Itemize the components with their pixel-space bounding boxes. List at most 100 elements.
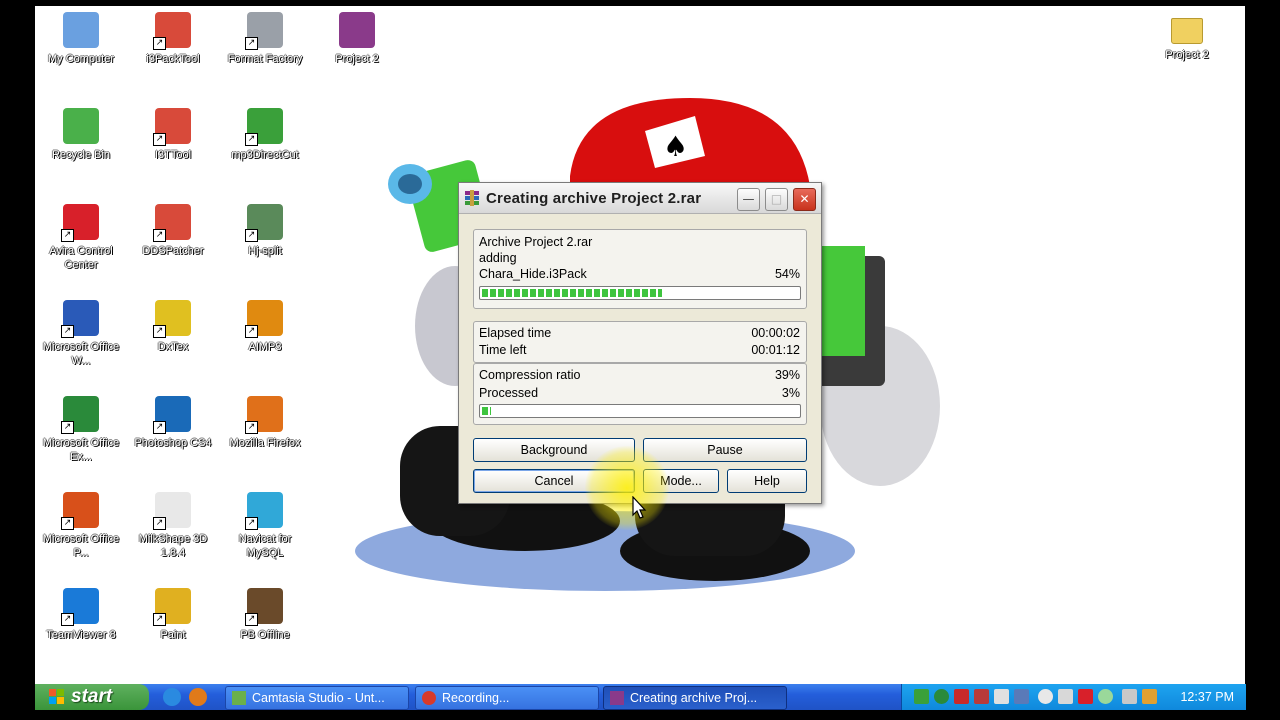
desktop-icon-paint[interactable]: ↗ Paint [127,588,219,642]
desktop-icon-label: Project 2 [335,53,379,65]
file-progress-panel: Archive Project 2.rar adding Chara_Hide.… [473,229,807,309]
tray-device-icon[interactable] [1014,689,1029,704]
tray-tools-icon[interactable] [1142,689,1157,704]
elapsed-row: Elapsed time 00:00:02 [479,325,800,341]
dialog-titlebar[interactable]: Creating archive Project 2.rar — □ ✕ [459,183,821,214]
current-file-name: Chara_Hide.i3Pack [479,267,587,281]
total-progress-bar [479,404,801,418]
task-winrar[interactable]: Creating archive Proj... [603,686,787,710]
start-button[interactable]: start [35,684,149,710]
tray-globe-icon[interactable] [934,689,949,704]
desktop-icon-hj-split[interactable]: ↗ Hj-split [219,204,311,258]
desktop-icon-label: Avira Control Center [49,245,113,271]
time-left-label: Time left [479,343,527,357]
recording-icon [422,691,436,705]
aimp3-icon: ↗ [245,300,283,338]
shortcut-arrow-icon: ↗ [245,133,258,146]
camtasia-icon [232,691,246,705]
tray-refresh-icon[interactable] [1098,689,1113,704]
start-label: start [71,686,113,707]
desktop-icon-label: DxTex [157,341,189,353]
desktop-icon-milkshape[interactable]: ↗ MilkShape 3D 1.8.4 [127,492,219,560]
desktop-icon-i3ttool[interactable]: ↗ I3TTool [127,108,219,162]
ddspatcher-icon: ↗ [153,204,191,242]
shortcut-arrow-icon: ↗ [153,613,166,626]
recycle-bin-icon [63,108,99,144]
desktop-icon-navicat[interactable]: ↗ Navicat for MySQL [219,492,311,560]
tray-connection-icon[interactable] [974,689,989,704]
desktop-icon-recycle-bin[interactable]: Recycle Bin [35,108,127,162]
desktop-icon-firefox[interactable]: ↗ Mozilla Firefox [219,396,311,450]
tray-shield-icon[interactable] [954,689,969,704]
desktop-icon-teamviewer[interactable]: ↗ TeamViewer 8 [35,588,127,642]
desktop-icon-label: Format Factory [227,53,303,65]
quick-launch-firefox-icon[interactable] [189,688,207,706]
desktop-icon-project-2-folder[interactable]: Project 2 [1141,12,1233,62]
i3packtool-icon: ↗ [153,12,191,50]
tray-ball-icon[interactable] [1038,689,1053,704]
minimize-button[interactable]: — [737,188,760,211]
help-button[interactable]: Help [727,469,807,493]
clock: 12:37 PM [1180,690,1234,704]
desktop-icon-dxtex[interactable]: ↗ DxTex [127,300,219,354]
desktop-icon-aimp3[interactable]: ↗ AIMP3 [219,300,311,354]
desktop-icon-my-computer[interactable]: My Computer [35,12,127,66]
photoshop-icon: ↗ [153,396,191,434]
tray-keyboard-icon[interactable] [1122,689,1137,704]
pb-offline-icon: ↗ [245,588,283,626]
pause-button[interactable]: Pause [643,438,807,462]
desktop: ♠ My Computer ↗ i3PackTool ↗ Format Factory P… [35,6,1245,684]
mouse-cursor-icon [632,496,647,519]
tray-volume-icon[interactable] [994,689,1009,704]
processed-label: Processed [479,386,539,400]
desktop-icon-label: Microsoft Office Ex... [42,437,120,463]
desktop-icon-i3packtool[interactable]: ↗ i3PackTool [127,12,219,66]
desktop-icon-winrar-archive[interactable]: Project 2 [311,12,403,66]
tray-avira-icon[interactable] [1078,689,1093,704]
task-camtasia[interactable]: Camtasia Studio - Unt... [225,686,409,710]
desktop-icon-mp3directcut[interactable]: ↗ mp3DirectCut [219,108,311,162]
desktop-icon-label: Mozilla Firefox [229,437,301,449]
shortcut-arrow-icon: ↗ [153,37,166,50]
hj-split-icon: ↗ [245,204,283,242]
desktop-icon-excel[interactable]: ↗ Microsoft Office Ex... [35,396,127,464]
desktop-icon-label: TeamViewer 8 [46,629,116,641]
compression-panel: Compression ratio 39% Processed 3% [473,363,807,425]
folder-icon [1171,18,1203,44]
shortcut-arrow-icon: ↗ [245,325,258,338]
ratio-value: 39% [774,368,800,382]
my-computer-icon [63,12,99,48]
desktop-icon-label: Hj-split [248,245,282,257]
tray-phone-icon[interactable] [1058,689,1073,704]
quick-launch-ie-icon[interactable] [163,688,181,706]
desktop-icon-label: i3PackTool [146,53,200,65]
desktop-icon-label: MilkShape 3D 1.8.4 [138,533,208,559]
i3ttool-icon: ↗ [153,108,191,146]
shortcut-arrow-icon: ↗ [153,325,166,338]
total-progress-fill [482,407,491,415]
desktop-icon-photoshop[interactable]: ↗ Photoshop CS4 [127,396,219,450]
mp3directcut-icon: ↗ [245,108,283,146]
desktop-icon-label: Recycle Bin [51,149,111,161]
shortcut-arrow-icon: ↗ [245,229,258,242]
desktop-icon-label: Microsoft Office W... [42,341,120,367]
tray-network-icon[interactable] [914,689,929,704]
desktop-icon-pb-offline[interactable]: ↗ PB Offline [219,588,311,642]
desktop-icon-label: Paint [160,629,186,641]
time-left-value: 00:01:12 [751,343,800,357]
desktop-icon-ddspatcher[interactable]: ↗ DDSPatcher [127,204,219,258]
shortcut-arrow-icon: ↗ [61,517,74,530]
desktop-icon-label: Project 2 [1165,49,1209,61]
close-button[interactable]: ✕ [793,188,816,211]
current-file-row: Chara_Hide.i3Pack 54% [479,266,800,282]
desktop-icon-word[interactable]: ↗ Microsoft Office W... [35,300,127,368]
desktop-icon-avira[interactable]: ↗ Avira Control Center [35,204,127,272]
desktop-icon-format-factory[interactable]: ↗ Format Factory [219,12,311,66]
shortcut-arrow-icon: ↗ [245,37,258,50]
shortcut-arrow-icon: ↗ [245,421,258,434]
desktop-icon-powerpoint[interactable]: ↗ Microsoft Office P... [35,492,127,560]
teamviewer-icon: ↗ [61,588,99,626]
elapsed-label: Elapsed time [479,326,552,340]
task-recording[interactable]: Recording... [415,686,599,710]
desktop-icon-label: My Computer [47,53,115,65]
